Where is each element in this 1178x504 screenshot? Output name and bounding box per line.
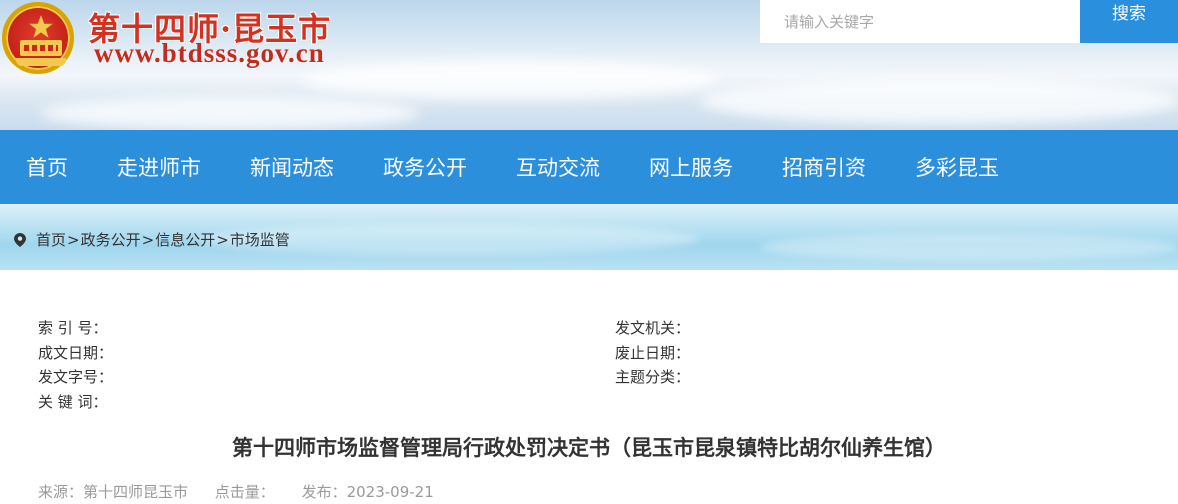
breadcrumb-home[interactable]: 首页 (36, 229, 66, 250)
nav-item-home[interactable]: 首页 (26, 152, 68, 182)
meta-issuing-authority: 发文机关： (615, 319, 691, 337)
site-url[interactable]: www.btdsss.gov.cn (94, 38, 325, 69)
cloud-decoration (700, 78, 1178, 124)
nav-item-kunyu[interactable]: 多彩昆玉 (915, 152, 999, 182)
article-title: 第十四师市场监督管理局行政处罚决定书（昆玉市昆泉镇特比胡尔仙养生馆） (232, 436, 946, 460)
article-published-date: 发布：2023-09-21 (301, 483, 434, 501)
meta-index-number: 索 引 号： (38, 319, 108, 337)
breadcrumb: 首页 > 政务公开 > 信息公开 > 市场监管 (14, 229, 290, 250)
nav-item-government-affairs[interactable]: 政务公开 (383, 152, 467, 182)
document-meta-right: 发文机关： 废止日期： 主题分类： (615, 316, 690, 390)
breadcrumb-separator: > (216, 230, 229, 249)
meta-document-number: 发文字号： (38, 368, 114, 386)
nav-item-investment[interactable]: 招商引资 (782, 152, 866, 182)
main-nav: 首页 走进师市 新闻动态 政务公开 互动交流 网上服务 招商引资 多彩昆玉 (0, 130, 1178, 204)
nav-item-news[interactable]: 新闻动态 (250, 152, 334, 182)
star-icon (29, 15, 53, 38)
breadcrumb-government-affairs[interactable]: 政务公开 (81, 229, 141, 250)
location-pin-icon (14, 232, 26, 247)
meta-topic-category: 主题分类： (615, 368, 691, 386)
national-emblem-icon[interactable] (2, 2, 74, 74)
emblem-base (16, 58, 66, 66)
tiananmen-gate-icon (20, 40, 62, 56)
nav-item-about[interactable]: 走进师市 (117, 152, 201, 182)
article-source: 来源：第十四师昆玉市 (38, 483, 189, 501)
search-input[interactable] (760, 0, 1080, 43)
search-button[interactable]: 搜索 (1080, 0, 1178, 43)
wave-decoration (760, 234, 1178, 260)
breadcrumb-information-disclosure[interactable]: 信息公开 (155, 229, 215, 250)
nav-item-interaction[interactable]: 互动交流 (516, 152, 600, 182)
meta-keywords: 关 键 词： (38, 392, 108, 411)
article-info: 来源：第十四师昆玉市 点击量： 发布：2023-09-21 (38, 481, 456, 502)
breadcrumb-separator: > (67, 230, 80, 249)
site-header: 第十四师·昆玉市 www.btdsss.gov.cn 搜索 (0, 0, 1178, 130)
nav-item-online-services[interactable]: 网上服务 (649, 152, 733, 182)
cloud-decoration (300, 60, 720, 100)
document-meta-left: 索 引 号： 成文日期： 发文字号： 关 键 词： (38, 316, 113, 414)
breadcrumb-separator: > (141, 230, 155, 249)
meta-expiry-date: 废止日期： (615, 343, 691, 362)
article-views: 点击量： (214, 483, 275, 501)
breadcrumb-market-supervision[interactable]: 市场监管 (230, 229, 290, 250)
meta-creation-date: 成文日期： (38, 343, 114, 362)
cloud-decoration (40, 96, 420, 130)
breadcrumb-banner: 首页 > 政务公开 > 信息公开 > 市场监管 (0, 204, 1178, 270)
